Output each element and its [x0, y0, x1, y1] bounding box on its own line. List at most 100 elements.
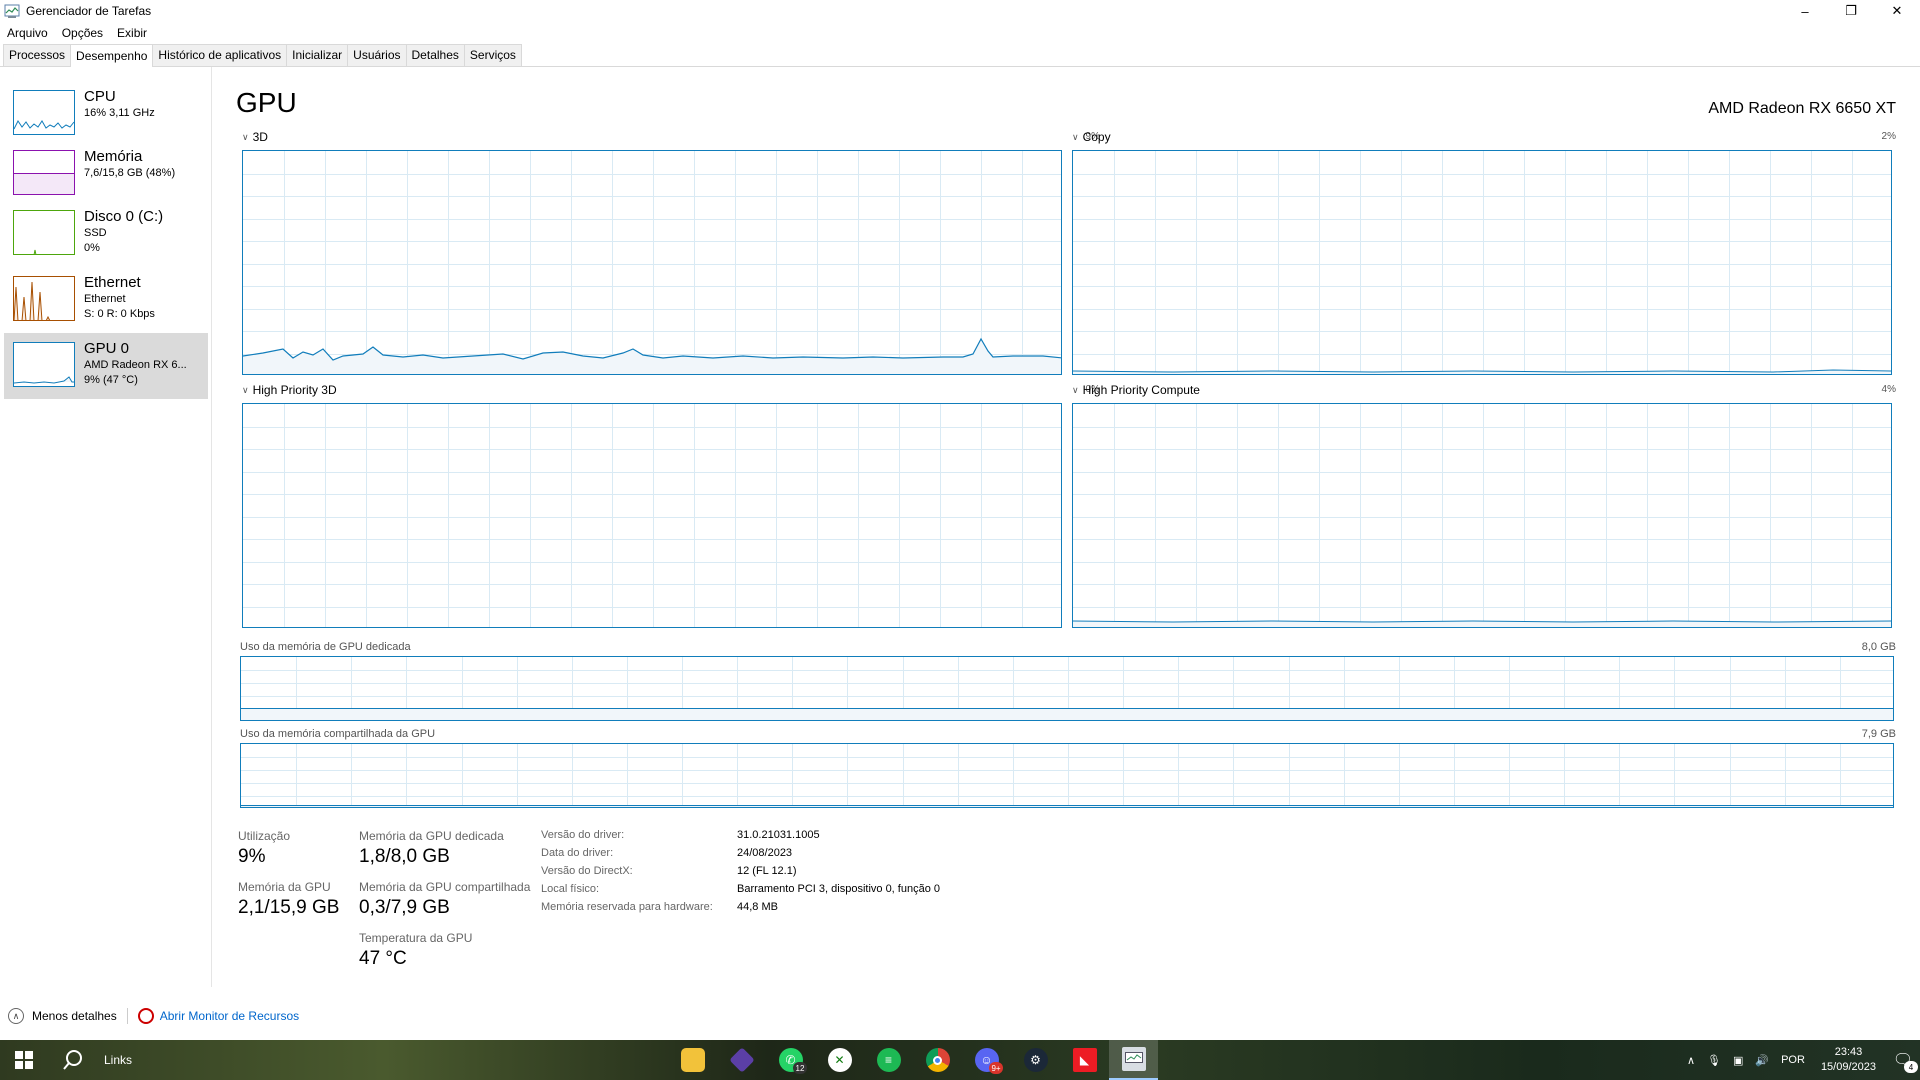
spotify-icon: ≡: [876, 1048, 901, 1072]
menu-exibir[interactable]: Exibir: [110, 26, 154, 40]
graph-copy-selector[interactable]: ∨ Copy: [1072, 130, 1111, 144]
graph-hp3d-label: High Priority 3D: [252, 383, 337, 397]
cpu-thumbnail: [13, 90, 75, 135]
volume-icon[interactable]: 🔊: [1755, 1054, 1769, 1067]
tab-usuarios[interactable]: Usuários: [347, 44, 407, 66]
title-bar: Gerenciador de Tarefas – ❐ ✕: [0, 0, 1920, 22]
taskbar-app-purple[interactable]: [717, 1040, 766, 1080]
language-indicator[interactable]: POR: [1781, 1054, 1805, 1066]
graph-hpcompute: [1072, 403, 1892, 628]
sidebar-gpu-line2: 9% (47 °C): [84, 374, 138, 386]
sidebar-ethernet-line2: S: 0 R: 0 Kbps: [84, 308, 155, 320]
disk-thumb-graph: [33, 249, 37, 254]
sidebar-item-memoria[interactable]: Memória 7,6/15,8 GB (48%): [4, 141, 208, 207]
gpu-model-name: AMD Radeon RX 6650 XT: [1708, 100, 1896, 117]
temp-label: Temperatura da GPU: [359, 931, 473, 945]
sidebar-item-disco[interactable]: Disco 0 (C:) SSD 0%: [4, 201, 208, 267]
sidebar-item-cpu[interactable]: CPU 16% 3,11 GHz: [4, 81, 208, 147]
taskbar-file-explorer[interactable]: [668, 1040, 717, 1080]
cpu-thumb-graph: [14, 120, 74, 130]
graph-copy-line: [1073, 369, 1891, 374]
taskbar-task-manager[interactable]: [1109, 1040, 1158, 1080]
tab-desempenho[interactable]: Desempenho: [70, 44, 154, 67]
graph-mem-shared: [240, 743, 1894, 808]
taskbar-whatsapp[interactable]: ✆ 12: [766, 1040, 815, 1080]
task-manager-icon: [4, 4, 20, 18]
steam-icon: ⚙: [1023, 1048, 1048, 1072]
reserved-value: 44,8 MB: [737, 901, 778, 913]
fewer-details-button[interactable]: ∧ Menos detalhes: [8, 1008, 117, 1024]
close-button[interactable]: ✕: [1874, 0, 1920, 22]
directx-value: 12 (FL 12.1): [737, 865, 797, 877]
graph-3d-label: 3D: [252, 130, 268, 144]
graph-hp3d-selector[interactable]: ∨ High Priority 3D: [242, 383, 337, 397]
menu-bar: Arquivo Opções Exibir: [0, 22, 1920, 44]
chevron-up-icon: ∧: [8, 1008, 24, 1024]
ethernet-thumbnail: [13, 276, 75, 321]
temp-value: 47 °C: [359, 948, 407, 969]
tab-detalhes[interactable]: Detalhes: [405, 44, 465, 66]
network-icon[interactable]: ▣: [1733, 1054, 1743, 1067]
driver-date-label: Data do driver:: [541, 847, 614, 859]
chevron-up-icon[interactable]: ∧: [1687, 1054, 1695, 1067]
taskbar-xbox[interactable]: ✕: [815, 1040, 864, 1080]
tab-servicos[interactable]: Serviços: [463, 44, 522, 66]
footer-bar: ∧ Menos detalhes Abrir Monitor de Recurs…: [0, 1000, 1920, 1032]
restore-button[interactable]: ❐: [1828, 0, 1874, 22]
taskbar-amd[interactable]: ◣: [1060, 1040, 1109, 1080]
gpu-thumbnail: [13, 342, 75, 387]
taskbar-discord[interactable]: ☺ 9+: [962, 1040, 1011, 1080]
open-resource-monitor-link[interactable]: Abrir Monitor de Recursos: [137, 1008, 299, 1024]
sidebar-disk-title: Disco 0 (C:): [84, 208, 164, 225]
fewer-details-label: Menos detalhes: [32, 1009, 117, 1023]
sidebar-cpu-title: CPU: [84, 88, 116, 105]
mem-dedicated-max: 8,0 GB: [1861, 641, 1896, 653]
notification-center-button[interactable]: 🗨 4: [1886, 1040, 1920, 1080]
mem-shared-label: Uso da memória compartilhada da GPU: [240, 728, 436, 740]
taskbar-chrome[interactable]: [913, 1040, 962, 1080]
search-icon: [63, 1050, 82, 1070]
menu-arquivo[interactable]: Arquivo: [0, 26, 55, 40]
directx-label: Versão do DirectX:: [541, 865, 633, 877]
sidebar-ethernet-line1: Ethernet: [84, 293, 126, 305]
ethernet-thumb-graph: [14, 281, 51, 320]
window-title: Gerenciador de Tarefas: [26, 4, 152, 18]
taskbar-clock[interactable]: 23:43 15/09/2023: [1821, 1045, 1876, 1075]
taskbar-search[interactable]: Links: [52, 1040, 132, 1080]
sidebar-disk-line1: SSD: [84, 227, 107, 239]
microphone-icon[interactable]: 🎙: [1707, 1054, 1721, 1067]
graph-copy: [1072, 150, 1892, 375]
taskbar-apps: ✆ 12 ✕ ≡ ☺ 9+ ⚙ ◣: [668, 1040, 1158, 1080]
graph-mem-dedicated: [240, 656, 1894, 721]
task-manager-taskbar-icon: [1121, 1047, 1146, 1071]
start-button[interactable]: [0, 1040, 48, 1080]
sidebar-item-gpu[interactable]: GPU 0 AMD Radeon RX 6... 9% (47 °C): [4, 333, 208, 399]
disk-thumbnail: [13, 210, 75, 255]
minimize-button[interactable]: –: [1782, 0, 1828, 22]
tab-historico[interactable]: Histórico de aplicativos: [152, 44, 288, 66]
tab-inicializar[interactable]: Inicializar: [286, 44, 349, 66]
whatsapp-badge: 12: [793, 1062, 807, 1074]
driver-date-value: 24/08/2023: [737, 847, 793, 859]
mem-shared-max: 7,9 GB: [1861, 728, 1896, 740]
taskbar-steam[interactable]: ⚙: [1011, 1040, 1060, 1080]
shared-value: 0,3/7,9 GB: [359, 897, 450, 918]
footer-divider: [126, 1008, 128, 1024]
graph-3d-selector[interactable]: ∨ 3D: [242, 130, 268, 144]
driver-version-value: 31.0.21031.1005: [737, 829, 820, 841]
menu-opcoes[interactable]: Opções: [55, 26, 110, 40]
notification-count: 4: [1904, 1061, 1918, 1073]
graph-hpcompute-selector[interactable]: ∨ High Priority Compute: [1072, 383, 1200, 397]
graph-copy-label: Copy: [1082, 130, 1111, 144]
sidebar-item-ethernet[interactable]: Ethernet Ethernet S: 0 R: 0 Kbps: [4, 267, 208, 333]
tab-processos[interactable]: Processos: [3, 44, 72, 66]
tab-strip: Processos Desempenho Histórico de aplica…: [0, 44, 1920, 67]
taskbar-spotify[interactable]: ≡: [864, 1040, 913, 1080]
utilization-value: 9%: [238, 846, 266, 867]
close-icon: ✕: [1891, 3, 1903, 18]
gpu-mem-value: 2,1/15,9 GB: [238, 897, 340, 918]
driver-version-label: Versão do driver:: [541, 829, 625, 841]
page-title: GPU: [236, 87, 297, 118]
clock-date: 15/09/2023: [1820, 1061, 1876, 1073]
folder-icon: [680, 1048, 705, 1072]
